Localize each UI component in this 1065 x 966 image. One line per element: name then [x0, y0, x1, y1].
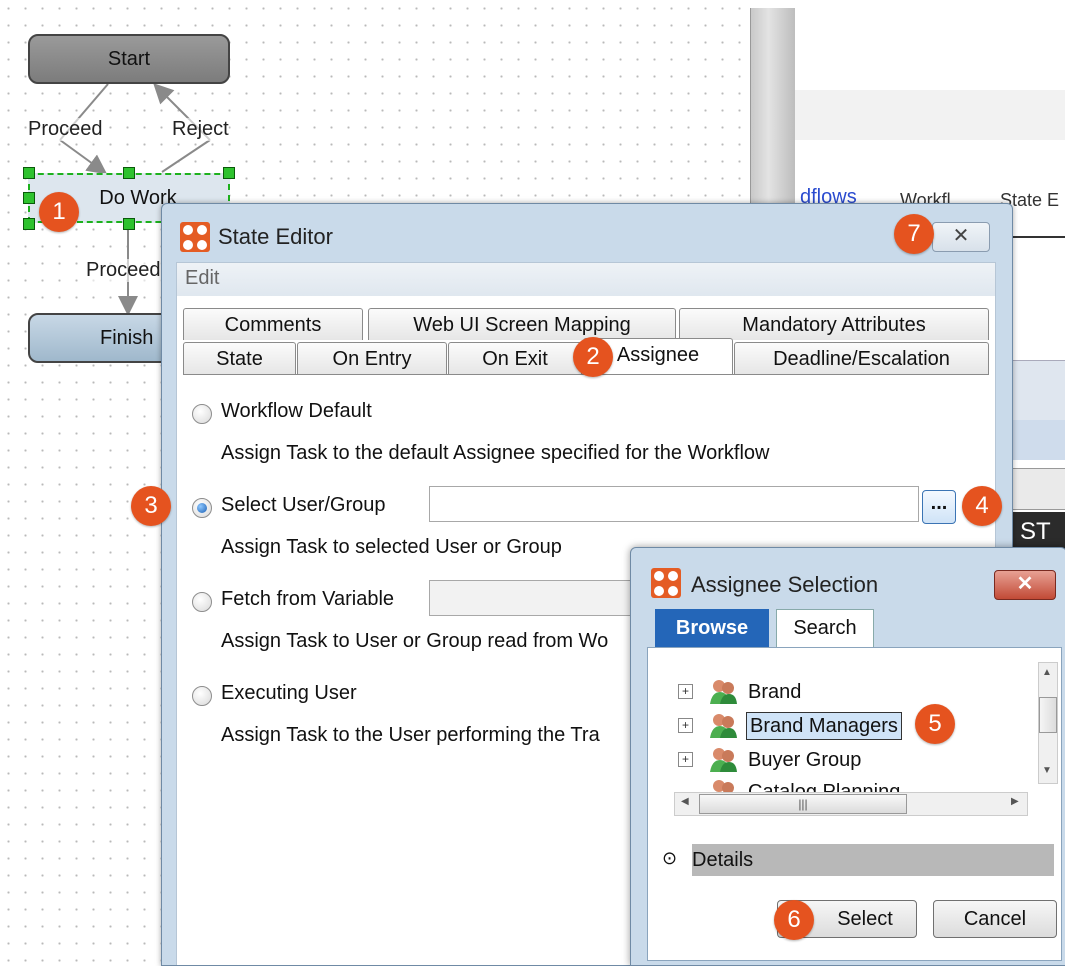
scrollbar-thumb[interactable] — [1039, 697, 1057, 733]
assignee-selection-dialog: Assignee Selection ✕ Browse Search + Bra… — [630, 547, 1065, 966]
radio-select-user-group[interactable] — [192, 498, 212, 518]
tab-on-exit[interactable]: On Exit — [448, 342, 582, 374]
menu-item-edit[interactable]: Edit — [185, 267, 219, 290]
menu-bar: Edit — [176, 262, 996, 298]
scrollbar-thumb[interactable]: ||| — [699, 794, 907, 814]
group-icon — [710, 680, 737, 704]
list-view-icon[interactable] — [1010, 468, 1065, 510]
radio-executing-user[interactable] — [192, 686, 212, 706]
resize-handle[interactable] — [23, 218, 35, 230]
tree-item-label: Buyer Group — [748, 749, 862, 771]
app-icon — [180, 222, 210, 252]
vertical-scrollbar[interactable]: ▲ ▼ — [1038, 662, 1058, 784]
option-description: Assign Task to selected User or Group — [221, 536, 562, 558]
group-tree: + Brand + Brand Managers + Buyer Group C… — [662, 664, 1032, 792]
tab-comments[interactable]: Comments — [183, 308, 363, 340]
option-description: Assign Task to User or Group read from W… — [221, 630, 609, 652]
tab-browse[interactable]: Browse — [655, 609, 769, 647]
tab-web-ui-screen-mapping[interactable]: Web UI Screen Mapping — [368, 308, 676, 340]
close-button[interactable]: ✕ — [994, 570, 1056, 600]
tree-item-label: Brand Managers — [746, 712, 902, 740]
resize-handle[interactable] — [23, 167, 35, 179]
edge-label-proceed: Proceed — [86, 259, 161, 282]
dialog-title: Assignee Selection — [691, 572, 879, 597]
expand-icon[interactable]: + — [678, 752, 693, 767]
resize-handle[interactable] — [23, 192, 35, 204]
tab-on-entry[interactable]: On Entry — [297, 342, 447, 374]
workflow-node-start[interactable]: Start — [28, 34, 230, 84]
group-icon — [710, 748, 737, 772]
resize-handle[interactable] — [123, 167, 135, 179]
dialog-title: State Editor — [218, 224, 333, 249]
option-label: Fetch from Variable — [221, 588, 395, 610]
tab-deadline-escalation[interactable]: Deadline/Escalation — [734, 342, 989, 374]
cancel-button[interactable]: Cancel — [933, 900, 1057, 938]
variable-field[interactable] — [429, 580, 649, 616]
callout-badge: 7 — [894, 214, 934, 254]
option-label: Workflow Default — [221, 400, 372, 422]
tree-item-label: Brand — [748, 681, 802, 703]
close-button[interactable]: ✕ — [932, 222, 990, 252]
user-group-field[interactable] — [429, 486, 919, 522]
tab-search[interactable]: Search — [776, 609, 874, 647]
tab-state[interactable]: State — [183, 342, 296, 374]
group-icon — [713, 780, 734, 792]
tree-item-label: Catalog Planning — [748, 781, 901, 792]
radio-fetch-from-variable[interactable] — [192, 592, 212, 612]
edge-label-reject: Reject — [172, 118, 229, 141]
callout-badge: 5 — [915, 704, 955, 744]
edge-label-proceed: Proceed — [28, 118, 103, 141]
select-button-label: Select — [837, 908, 893, 930]
option-description: Assign Task to the User performing the T… — [221, 724, 600, 746]
expand-icon[interactable]: + — [678, 718, 693, 733]
callout-badge: 6 — [774, 900, 814, 940]
details-section[interactable]: Details — [692, 844, 1054, 876]
callout-badge: 1 — [39, 192, 79, 232]
callout-badge: 4 — [962, 486, 1002, 526]
background-band — [795, 90, 1065, 140]
callout-badge: 2 — [573, 337, 613, 377]
callout-badge: 3 — [131, 486, 171, 526]
resize-handle[interactable] — [223, 167, 235, 179]
app-icon — [651, 568, 681, 598]
expand-icon[interactable]: + — [678, 684, 693, 699]
collapse-icon[interactable]: ⊙ — [662, 848, 677, 869]
group-icon — [710, 714, 737, 738]
option-label: Executing User — [221, 682, 357, 704]
radio-workflow-default[interactable] — [192, 404, 212, 424]
option-description: Assign Task to the default Assignee spec… — [221, 442, 770, 464]
horizontal-scrollbar[interactable]: ◀ ||| ▶ — [674, 792, 1028, 816]
resize-handle[interactable] — [123, 218, 135, 230]
browse-button[interactable]: ... — [922, 490, 956, 524]
tab-mandatory-attributes[interactable]: Mandatory Attributes — [679, 308, 989, 340]
option-label: Select User/Group — [221, 494, 386, 516]
